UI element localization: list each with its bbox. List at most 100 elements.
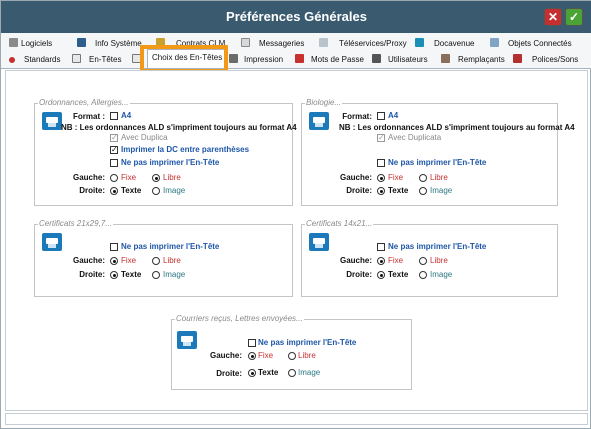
gauche-label: Gauche:: [72, 173, 105, 182]
image-label: Image: [163, 186, 186, 195]
droite-image-radio[interactable]: [419, 271, 427, 279]
gauche-fixe-radio[interactable]: [110, 174, 118, 182]
no-header-checkbox[interactable]: [377, 159, 385, 167]
droite-label: Droite:: [79, 270, 105, 279]
cart-icon: [9, 38, 18, 47]
texte-label: Texte: [258, 368, 279, 377]
droite-image-radio[interactable]: [152, 271, 160, 279]
document-icon: [72, 54, 81, 63]
printer-icon: [309, 112, 329, 130]
user-icon: [372, 54, 381, 63]
dc-parentheses-checkbox[interactable]: ✓: [110, 146, 118, 154]
title-bar: Préférences Générales ✕ ✓: [1, 1, 591, 33]
no-header-checkbox[interactable]: [248, 339, 256, 347]
tab-utilisateurs[interactable]: Utilisateurs: [372, 52, 428, 68]
status-bar: [5, 413, 588, 425]
gauche-fixe-radio[interactable]: [248, 352, 256, 360]
tab-label: Docavenue: [434, 39, 475, 48]
tab-label: Mots de Passe: [311, 55, 364, 64]
no-header-checkbox[interactable]: [377, 243, 385, 251]
duplicata-checkbox[interactable]: ✓: [110, 134, 118, 142]
group-courriers: Courriers reçus, Lettres envoyées... Ne …: [171, 314, 412, 390]
gauche-fixe-radio[interactable]: [377, 174, 385, 182]
no-header-checkbox[interactable]: [110, 159, 118, 167]
no-header-checkbox[interactable]: [110, 243, 118, 251]
texte-label: Texte: [121, 186, 142, 195]
no-header-label: Ne pas imprimer l'En-Tête: [121, 158, 220, 167]
tab-label: Utilisateurs: [388, 55, 428, 64]
libre-label: Libre: [163, 256, 181, 265]
tab-label: Info Système: [95, 39, 142, 48]
image-label: Image: [163, 270, 186, 279]
duplicata-checkbox[interactable]: ✓: [377, 134, 385, 142]
gauche-label: Gauche:: [72, 256, 105, 265]
tab-label: Impression: [244, 55, 284, 64]
gauche-libre-radio[interactable]: [288, 352, 296, 360]
printer-icon: [177, 331, 197, 349]
tab-teleservices-proxy[interactable]: Téléservices/Proxy: [319, 36, 407, 52]
format-a4-checkbox[interactable]: [377, 112, 385, 120]
fixe-label: Fixe: [388, 173, 404, 182]
gauche-libre-radio[interactable]: [419, 174, 427, 182]
font-icon: [513, 54, 522, 63]
gauche-libre-radio[interactable]: [152, 257, 160, 265]
tab-label: Messageries: [259, 39, 305, 48]
close-button[interactable]: ✕: [544, 8, 562, 26]
tab-label: Objets Connectés: [508, 39, 572, 48]
tab-remplacants[interactable]: Remplaçants: [441, 52, 505, 68]
gauche-label: Gauche:: [339, 256, 372, 265]
tab-info-systeme[interactable]: Info Système: [77, 36, 142, 52]
tab-en-tetes[interactable]: En-Têtes: [72, 52, 121, 68]
no-header-label: Ne pas imprimer l'En-Tête: [121, 242, 220, 251]
group-title: Courriers reçus, Lettres envoyées...: [175, 314, 304, 323]
tab-label: Logiciels: [21, 39, 53, 48]
gauche-fixe-radio[interactable]: [110, 257, 118, 265]
tab-mots-de-passe[interactable]: Mots de Passe: [295, 52, 364, 68]
printer-icon: [229, 54, 238, 63]
no-header-label: Ne pas imprimer l'En-Tête: [388, 158, 487, 167]
gauche-libre-radio[interactable]: [152, 174, 160, 182]
droite-image-radio[interactable]: [288, 369, 296, 377]
droite-texte-radio[interactable]: [110, 187, 118, 195]
duplicata-label: Avec Duplica: [121, 133, 168, 142]
printer-icon: [42, 112, 62, 130]
dot-icon: [9, 57, 15, 63]
no-header-label: Ne pas imprimer l'En-Tête: [258, 338, 357, 347]
droite-image-radio[interactable]: [419, 187, 427, 195]
droite-texte-radio[interactable]: [248, 369, 256, 377]
tab-impression[interactable]: Impression: [229, 52, 283, 68]
tab-polices-sons[interactable]: Polices/Sons: [513, 52, 578, 68]
format-label: Format :: [73, 112, 105, 121]
droite-image-radio[interactable]: [152, 187, 160, 195]
tab-standards[interactable]: Standards: [9, 52, 60, 68]
tab-label: Polices/Sons: [532, 55, 579, 64]
network-icon: [319, 38, 328, 47]
tab-logiciels[interactable]: Logiciels: [9, 36, 52, 52]
image-label: Image: [430, 186, 453, 195]
duplicata-label: Avec Duplicata: [388, 133, 442, 142]
confirm-button[interactable]: ✓: [565, 8, 583, 26]
format-a4-checkbox[interactable]: [110, 112, 118, 120]
format-a4-label: A4: [121, 111, 132, 120]
tab-objets-connectes[interactable]: Objets Connectés: [490, 36, 572, 52]
libre-label: Libre: [430, 256, 448, 265]
tab-docavenue[interactable]: Docavenue: [415, 36, 474, 52]
gauche-fixe-radio[interactable]: [377, 257, 385, 265]
libre-label: Libre: [163, 173, 181, 182]
gauche-label: Gauche:: [339, 173, 372, 182]
users-icon: [441, 54, 450, 63]
droite-texte-radio[interactable]: [110, 271, 118, 279]
preferences-window: Préférences Générales ✕ ✓ Logiciels Info…: [0, 0, 591, 429]
droite-label: Droite:: [79, 186, 105, 195]
tab-bar: Logiciels Info Système Contrats CLM Mess…: [1, 33, 591, 69]
fixe-label: Fixe: [258, 351, 274, 360]
wireless-icon: [490, 38, 499, 47]
texte-label: Texte: [121, 270, 142, 279]
droite-texte-radio[interactable]: [377, 271, 385, 279]
droite-texte-radio[interactable]: [377, 187, 385, 195]
fixe-label: Fixe: [121, 173, 137, 182]
nb-note: NB : Les ordonnances ALD s'impriment tou…: [61, 123, 297, 132]
gauche-libre-radio[interactable]: [419, 257, 427, 265]
tab-messageries[interactable]: Messageries: [241, 36, 304, 52]
droite-label: Droite:: [346, 186, 372, 195]
